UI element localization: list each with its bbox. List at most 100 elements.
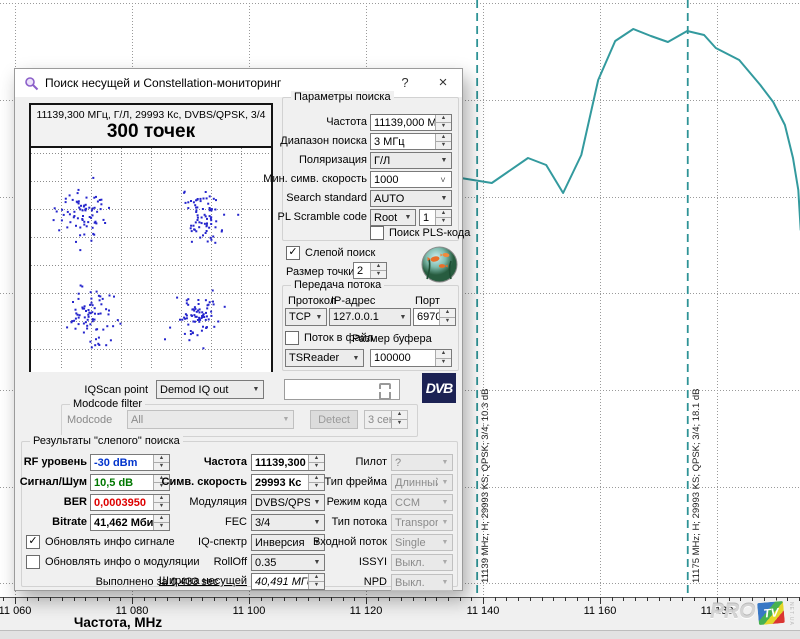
pls-search-checkbox[interactable]: Поиск PLS-кода [370,226,470,240]
watermark-tv-logo: TV [756,600,786,626]
aquarium-icon [421,246,458,283]
stream-transfer-group: Передача потока Протокол IP-адрес Порт T… [282,285,459,371]
dvb-logo: DVB [422,373,456,403]
frequency-stepper[interactable]: 11139,000 МГц▲▼ [370,114,452,131]
blind-search-results-group: Результаты "слепого" поиска RF уровень-3… [21,441,458,587]
chevron-down-icon: ▼ [438,459,452,466]
watermark-side-text: NET.UA [788,602,794,626]
dot-size-label: Размер точки [286,266,354,278]
constellation-plot [31,146,271,372]
pilot-label: Пилот [277,456,387,468]
chevron-down-icon: ▼ [438,579,452,586]
checkbox-box[interactable] [26,555,40,569]
chevron-down-icon: ▼ [349,355,363,362]
polarization-dropdown[interactable]: Г/Л▼ [370,152,452,169]
spin-buttons[interactable]: ▲▼ [370,263,386,278]
x-tick-label: 11 160 [584,605,617,617]
stream-type-dropdown: Transport▼ [391,514,453,531]
min-symbol-rate-label: Мин. симв. скорость [243,173,367,185]
carrier-marker-label-2: 11175 MHz; H; 29993 KS; QPSK; 3/4; 18.1 … [691,388,702,583]
frame-type-label: Тип фрейма [277,476,387,488]
code-mode-label: Режим кода [277,496,387,508]
chevron-down-icon: ▼ [396,314,410,321]
checkbox-box[interactable] [285,331,299,345]
pls-search-checkbox-label: Поиск PLS-кода [389,227,470,239]
spin-buttons[interactable]: ▲▼ [435,134,451,149]
stream-group-title: Передача потока [291,279,384,291]
dialog-titlebar[interactable]: Поиск несущей и Constellation-мониторинг… [15,69,462,97]
ip-address-dropdown[interactable]: 127.0.0.1▼ [329,308,411,326]
checkbox-box[interactable] [370,226,384,240]
input-stream-label: Входной поток [277,536,387,548]
chevron-down-icon: ˅ [435,175,451,185]
protocol-label: Протокол [288,295,336,307]
polarization-label: Поляризация [243,154,367,166]
pl-scramble-code-dropdown[interactable]: Root▼ [370,209,416,226]
modcode-dropdown: All▼ [127,410,294,429]
modcode-label: Modcode [67,414,112,426]
screen: 11139 MHz; H; 29993 KS; QPSK; 3/4; 10.3 … [0,0,800,639]
min-symbol-rate-combo[interactable]: 1000˅ [370,171,452,188]
chevron-down-icon: ▼ [438,539,452,546]
port-stepper[interactable]: 6970 ▲▼ [413,308,456,326]
carrier-width-link[interactable]: Ширина несущей [87,575,247,587]
search-standard-dropdown[interactable]: AUTO▼ [370,190,452,207]
spin-buttons[interactable]: ▲▼ [435,350,451,366]
chevron-down-icon: ▼ [438,479,452,486]
rf-level-label: RF уровень [7,456,87,468]
chevron-down-icon: ▼ [438,519,452,526]
chevron-down-icon: ▼ [312,314,326,321]
spin-buttons[interactable]: ▲▼ [439,309,455,325]
bitrate-label: Bitrate [7,516,87,528]
detect-interval-stepper: 3 сек ▲▼ [364,410,408,429]
pilot-dropdown: ?▼ [391,454,453,471]
buffer-size-label: Размер буфера [352,333,432,345]
ip-label: IP-адрес [331,295,375,307]
pl-scramble-code-stepper[interactable]: 1▲▼ [419,209,452,226]
chevron-down-icon: ▼ [279,416,293,423]
fec-label: FEC [87,516,247,528]
chevron-down-icon: ▼ [437,195,451,202]
x-tick-label: 11 060 [0,605,31,617]
spin-buttons[interactable]: ▲▼ [435,210,451,225]
dot-size-stepper[interactable]: 2 ▲▼ [353,262,387,279]
chevron-down-icon: ▼ [401,214,415,221]
stream-type-label: Тип потока [277,516,387,528]
checkbox-box[interactable]: ✓ [286,246,300,260]
blind-search-checkbox[interactable]: ✓ Слепой поиск [286,246,375,260]
buffer-size-stepper[interactable]: 100000 ▲▼ [370,349,452,367]
npd-dropdown: Выкл.▼ [391,574,453,591]
x-tick-label: 11 100 [233,605,266,617]
issyi-label: ISSYI [277,556,387,568]
input-stream-dropdown: Single▼ [391,534,453,551]
search-params-title: Параметры поиска [291,91,394,103]
blind-search-checkbox-label: Слепой поиск [305,247,375,259]
results-title: Результаты "слепого" поиска [30,435,183,447]
issyi-dropdown: Выкл.▼ [391,554,453,571]
iqscan-dropdown[interactable]: Demod IQ out▼ [156,380,264,399]
frame-type-dropdown: Длинный▼ [391,474,453,491]
constellation-points-count: 300 точек [31,121,271,143]
reader-dropdown[interactable]: TSReader▼ [285,349,364,367]
iqscan-label: IQScan point [55,384,148,396]
snr-label: Сигнал/Шум [7,476,87,488]
frequency-label: Частота [243,116,367,128]
x-tick-label: 11 120 [350,605,383,617]
close-button[interactable]: × [426,69,460,97]
spin-buttons[interactable]: ▲▼ [435,115,451,130]
npd-label: NPD [277,576,387,588]
carrier-marker-label-1: 11139 MHz; H; 29993 KS; QPSK; 3/4; 10.3 … [480,388,491,583]
ber-label: BER [7,496,87,508]
detect-button: Detect [310,410,358,429]
watermark-pro-text: PRO [710,600,756,624]
protv-watermark: PRO TV NET.UA [710,598,800,630]
modcode-filter-title: Modcode filter [70,398,145,410]
search-range-stepper[interactable]: 3 МГц▲▼ [370,133,452,150]
checkbox-box[interactable]: ✓ [26,535,40,549]
dialog-title: Поиск несущей и Constellation-мониторинг [45,76,281,90]
protocol-dropdown[interactable]: TCP▼ [285,308,327,326]
chevron-down-icon: ▼ [249,386,263,393]
x-tick-label: 11 140 [467,605,500,617]
pl-scramble-code-label: PL Scramble code [243,211,367,223]
counter-digit-zero [379,383,391,400]
